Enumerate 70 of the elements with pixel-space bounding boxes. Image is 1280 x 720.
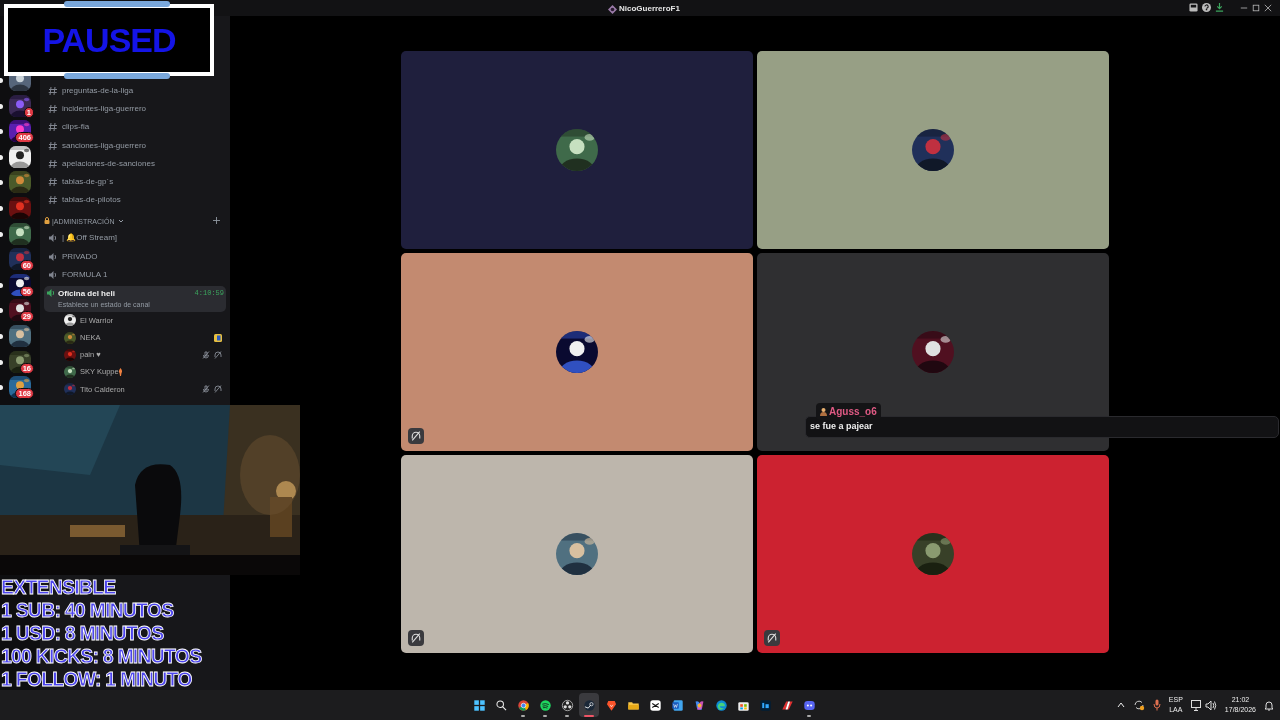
- hash-icon: [48, 177, 58, 188]
- channel-name: Oficina del heli: [58, 287, 116, 300]
- promo-text: 1 FOLLOW: 1 MINUTO: [1, 668, 193, 691]
- speaker-icon: [48, 233, 58, 244]
- text-channel[interactable]: tablas-de-gp´s: [44, 172, 226, 192]
- volume-icon[interactable]: [1204, 699, 1217, 711]
- hash-icon: [48, 140, 58, 151]
- music-icon: [538, 698, 552, 712]
- text-channel[interactable]: incidentes-liga-guerrero: [44, 100, 226, 119]
- text-channel[interactable]: apelaciones-de-sanciones: [44, 154, 226, 173]
- speaker-icon: [48, 269, 58, 280]
- text-channel[interactable]: sanciones-liga-guerrero: [44, 136, 226, 155]
- speaker-icon: [46, 287, 56, 298]
- add-icon[interactable]: [213, 217, 220, 225]
- bell-icon[interactable]: [1264, 699, 1274, 711]
- server-button[interactable]: [9, 324, 31, 347]
- video-tile[interactable]: [757, 455, 1109, 653]
- browser-icon: [516, 698, 530, 712]
- download-icon[interactable]: [1215, 3, 1224, 12]
- text-channel[interactable]: tablas-de-pilotos: [44, 191, 226, 210]
- microphone-icon[interactable]: [1152, 699, 1161, 711]
- video-tile[interactable]: [401, 51, 753, 249]
- server-button[interactable]: [9, 145, 31, 168]
- sync-icon[interactable]: [1132, 699, 1145, 711]
- text-channel[interactable]: clips-fia: [44, 118, 226, 137]
- video-tile[interactable]: [757, 51, 1109, 249]
- window-title: NicoGuerreroF1: [619, 3, 680, 15]
- promo-text: EXTENSIBLE: [1, 576, 117, 599]
- deafened-icon: [214, 350, 222, 359]
- speaker-icon: [48, 251, 58, 262]
- deafened-icon: [764, 630, 780, 646]
- record-icon: [560, 698, 574, 712]
- promo-text: 1 SUB: 40 MINUTOS: [1, 599, 175, 622]
- maximize-icon[interactable]: [1252, 3, 1260, 12]
- promo-text: 100 KICKS: 8 MINUTOS: [1, 645, 202, 668]
- network-icon[interactable]: [1190, 699, 1203, 711]
- user-icon: [820, 407, 827, 416]
- chat-username: Aguss_o6: [816, 403, 881, 420]
- hash-icon: [48, 86, 58, 97]
- text-channel[interactable]: preguntas-de-la-liga: [44, 82, 226, 101]
- paused-label: PAUSED: [42, 23, 176, 57]
- server-button[interactable]: [9, 222, 31, 245]
- hash-icon: [48, 158, 58, 169]
- document-icon: [670, 698, 684, 712]
- voice-channel[interactable]: FORMULA 1: [44, 265, 226, 284]
- deafened-icon: [214, 385, 222, 394]
- video-tile[interactable]: [401, 253, 753, 451]
- promo-text: 1 USD: 8 MINUTOS: [1, 622, 165, 645]
- deafened-icon: [408, 630, 424, 646]
- deafened-icon: [408, 428, 424, 444]
- chevron-up-icon[interactable]: [1116, 701, 1125, 709]
- hash-icon: [48, 122, 58, 133]
- inbox-icon[interactable]: [1189, 3, 1198, 12]
- hash-icon: [48, 195, 58, 206]
- chat-message: se fue a pajear: [810, 420, 873, 434]
- close-icon[interactable]: [1264, 3, 1272, 12]
- hash-icon: [48, 104, 58, 115]
- logo-icon: [608, 4, 617, 14]
- voice-channel[interactable]: PRIVADO: [44, 247, 226, 266]
- video-tile[interactable]: [757, 253, 1109, 451]
- windows-icon: [472, 698, 486, 712]
- help-icon[interactable]: [1202, 3, 1211, 12]
- chevron-icon[interactable]: [117, 218, 124, 225]
- search-icon: [494, 698, 508, 712]
- lock-icon: [44, 217, 50, 225]
- photo-editor-icon: [758, 698, 772, 712]
- server-button[interactable]: [9, 171, 31, 194]
- video-tile[interactable]: [401, 455, 753, 653]
- voice-channel[interactable]: | 🔔Off Stream]: [44, 229, 226, 248]
- chat-app-icon: [802, 698, 816, 712]
